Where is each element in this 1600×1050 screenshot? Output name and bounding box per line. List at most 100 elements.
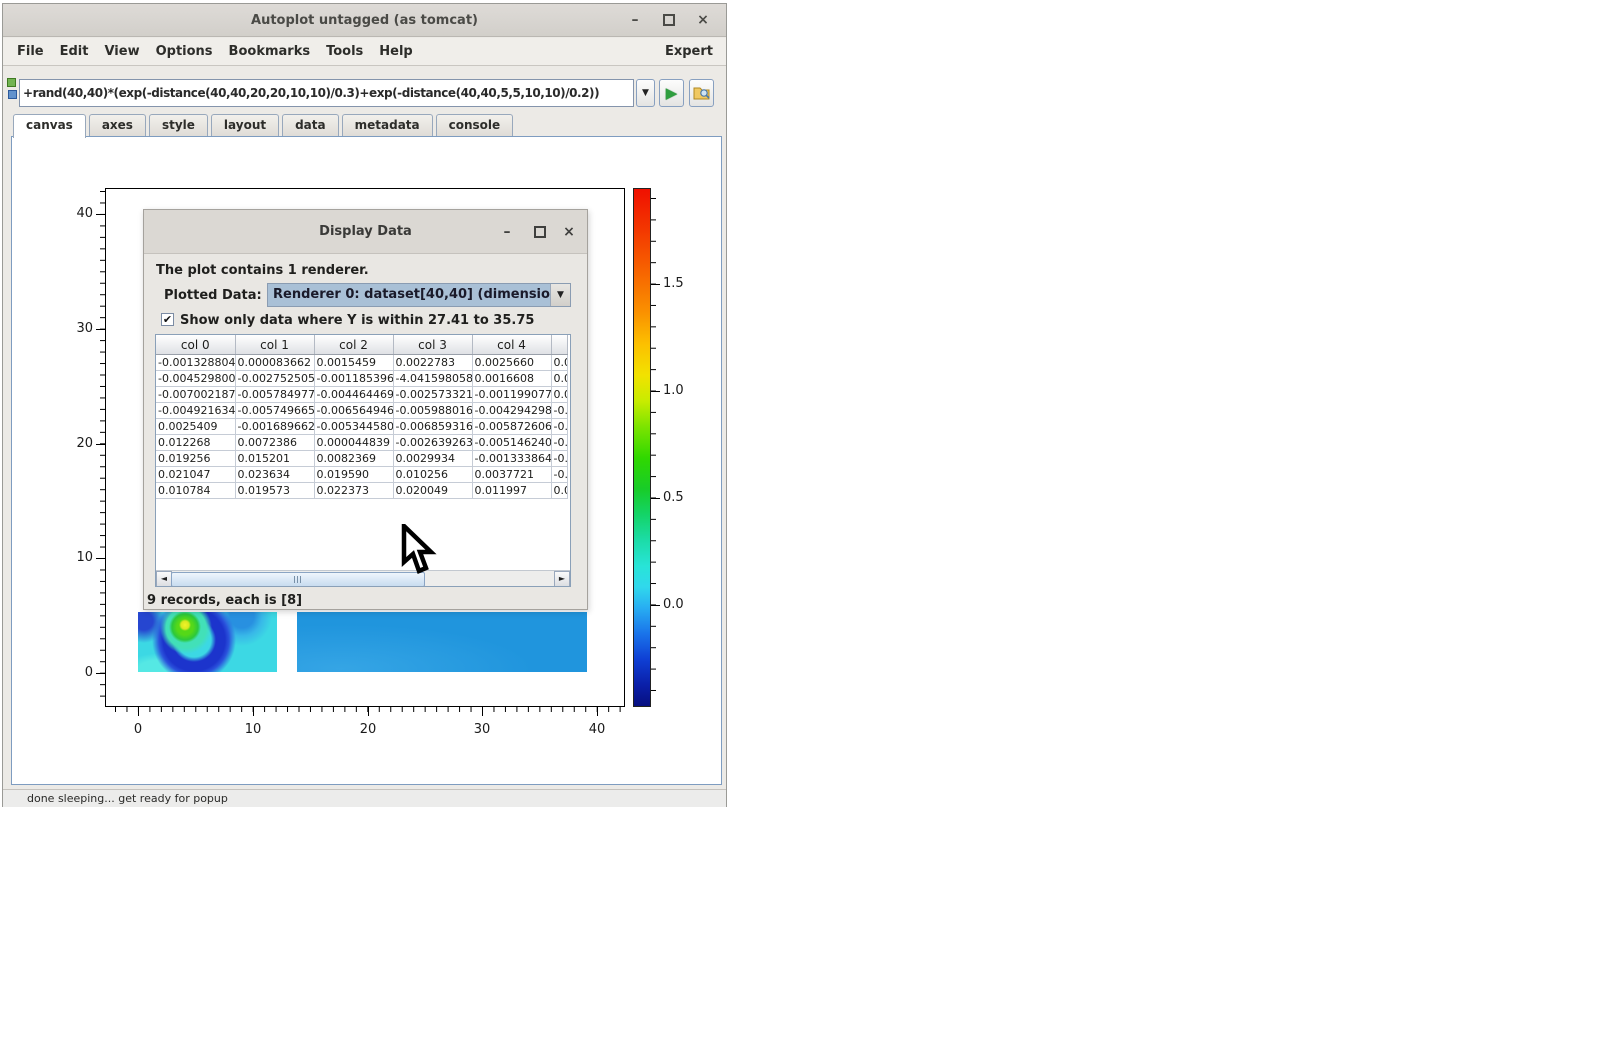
table-cell[interactable]: 0.019590: [314, 467, 393, 483]
table-cell[interactable]: -0.0: [551, 435, 568, 451]
table-cell[interactable]: -4.041598058...: [393, 371, 472, 387]
dialog-title-bar[interactable]: Display Data – ×: [144, 210, 587, 254]
table-cell[interactable]: -0.006564946...: [314, 403, 393, 419]
table-cell[interactable]: 0.00: [551, 483, 568, 499]
uri-dropdown-button[interactable]: ▼: [636, 79, 655, 107]
table-cell[interactable]: 0.0029934: [393, 451, 472, 467]
table-cell[interactable]: -0.0: [551, 467, 568, 483]
table-cell[interactable]: -0.001689662...: [235, 419, 314, 435]
table-header-cell[interactable]: col 4: [472, 335, 551, 355]
tab-axes[interactable]: axes: [89, 114, 146, 136]
table-cell[interactable]: -0.005872606...: [472, 419, 551, 435]
tab-layout[interactable]: layout: [211, 114, 279, 136]
table-cell[interactable]: 0.0025409: [156, 419, 235, 435]
table-cell[interactable]: -0.0: [551, 403, 568, 419]
table-cell[interactable]: 0.015201: [235, 451, 314, 467]
table-cell[interactable]: 0.0025660: [472, 355, 551, 371]
expert-mode-toggle[interactable]: Expert: [665, 44, 713, 59]
tab-style[interactable]: style: [149, 114, 208, 136]
chevron-down-icon[interactable]: ▼: [550, 284, 570, 306]
table-cell[interactable]: 0.012268: [156, 435, 235, 451]
y-axis-tick: [96, 214, 105, 215]
table-cell[interactable]: 0.00: [551, 355, 568, 371]
table-cell[interactable]: -0.004464469...: [314, 387, 393, 403]
table-cell[interactable]: -0.002752505...: [235, 371, 314, 387]
table-cell[interactable]: 0.019256: [156, 451, 235, 467]
menu-item-bookmarks[interactable]: Bookmarks: [221, 44, 319, 59]
table-cell[interactable]: -0.0: [551, 451, 568, 467]
dialog-close-button[interactable]: ×: [555, 210, 583, 254]
table-cell[interactable]: 0.022373: [314, 483, 393, 499]
table-cell[interactable]: -0.001328804...: [156, 355, 235, 371]
table-cell[interactable]: 0.0015459: [314, 355, 393, 371]
y-axis-tick: [96, 673, 105, 674]
scrollbar-thumb[interactable]: [171, 572, 425, 587]
table-cell[interactable]: -0.002639263...: [393, 435, 472, 451]
table-cell[interactable]: -0.006859316...: [393, 419, 472, 435]
go-button[interactable]: ▶: [659, 79, 684, 107]
table-cell[interactable]: 0.011997: [472, 483, 551, 499]
table-cell[interactable]: 0.0082369: [314, 451, 393, 467]
table-cell[interactable]: 0.010256: [393, 467, 472, 483]
dialog-minimize-button[interactable]: –: [493, 210, 521, 254]
tab-metadata[interactable]: metadata: [342, 114, 433, 136]
table-cell[interactable]: 0.010784: [156, 483, 235, 499]
title-bar[interactable]: Autoplot untagged (as tomcat) – ×: [3, 4, 726, 37]
close-button[interactable]: ×: [688, 4, 718, 37]
table-cell[interactable]: 0.000044839: [314, 435, 393, 451]
horizontal-scrollbar[interactable]: ◄ ►: [156, 570, 570, 586]
tab-data[interactable]: data: [282, 114, 339, 136]
plotted-data-combobox[interactable]: Renderer 0: dataset[40,40] (dimension...…: [267, 283, 571, 307]
minimize-button[interactable]: –: [620, 4, 650, 37]
table-cell[interactable]: -0.004529800...: [156, 371, 235, 387]
records-text: 9 records, each is [8]: [147, 593, 302, 608]
table-cell[interactable]: 0.021047: [156, 467, 235, 483]
table-cell[interactable]: -0.001185396...: [314, 371, 393, 387]
table-cell[interactable]: -0.005344580...: [314, 419, 393, 435]
menu-item-help[interactable]: Help: [371, 44, 420, 59]
table-header-cell[interactable]: col 2: [314, 335, 393, 355]
dialog-maximize-button[interactable]: [526, 210, 554, 254]
uri-text: +rand(40,40)*(exp(-distance(40,40,20,20,…: [20, 86, 599, 100]
table-cell[interactable]: -0.004921634...: [156, 403, 235, 419]
maximize-button[interactable]: [654, 4, 684, 37]
table-cell[interactable]: -0.007002187...: [156, 387, 235, 403]
table-cell[interactable]: 0.020049: [393, 483, 472, 499]
menu-item-file[interactable]: File: [9, 44, 52, 59]
table-cell[interactable]: 0.0072386: [235, 435, 314, 451]
table-cell[interactable]: 0.00: [551, 371, 568, 387]
table-header-cell[interactable]: col 1: [235, 335, 314, 355]
scroll-right-button[interactable]: ►: [554, 571, 570, 587]
menu-item-options[interactable]: Options: [148, 44, 221, 59]
colorbar[interactable]: [633, 188, 651, 707]
table-cell[interactable]: 0.0022783: [393, 355, 472, 371]
table-cell[interactable]: -0.001333864...: [472, 451, 551, 467]
table-cell[interactable]: -0.005784977...: [235, 387, 314, 403]
inspect-uri-button[interactable]: [689, 79, 714, 107]
data-table-scrollpane[interactable]: col 0col 1col 2col 3col 4 -0.001328804..…: [155, 334, 571, 587]
menu-item-view[interactable]: View: [96, 44, 147, 59]
filter-checkbox[interactable]: ✔: [161, 313, 174, 326]
table-cell[interactable]: 0.023634: [235, 467, 314, 483]
table-header-cell[interactable]: [551, 335, 568, 355]
table-cell[interactable]: -0.004294298...: [472, 403, 551, 419]
table-cell[interactable]: 0.00: [551, 387, 568, 403]
menu-item-tools[interactable]: Tools: [318, 44, 371, 59]
scroll-left-button[interactable]: ◄: [156, 571, 172, 587]
table-cell[interactable]: -0.002573321...: [393, 387, 472, 403]
table-cell[interactable]: 0.0037721: [472, 467, 551, 483]
table-cell[interactable]: -0.005988016...: [393, 403, 472, 419]
table-cell[interactable]: 0.019573: [235, 483, 314, 499]
table-header-cell[interactable]: col 3: [393, 335, 472, 355]
table-header-cell[interactable]: col 0: [156, 335, 235, 355]
table-cell[interactable]: 0.000083662: [235, 355, 314, 371]
table-cell[interactable]: -0.005146240...: [472, 435, 551, 451]
table-cell[interactable]: 0.0016608: [472, 371, 551, 387]
table-cell[interactable]: -0.001199077...: [472, 387, 551, 403]
table-cell[interactable]: -0.005749665...: [235, 403, 314, 419]
menu-item-edit[interactable]: Edit: [52, 44, 97, 59]
tab-canvas[interactable]: canvas: [13, 114, 86, 138]
table-cell[interactable]: -0.0: [551, 419, 568, 435]
tab-console[interactable]: console: [436, 114, 514, 136]
uri-input[interactable]: +rand(40,40)*(exp(-distance(40,40,20,20,…: [19, 79, 634, 107]
